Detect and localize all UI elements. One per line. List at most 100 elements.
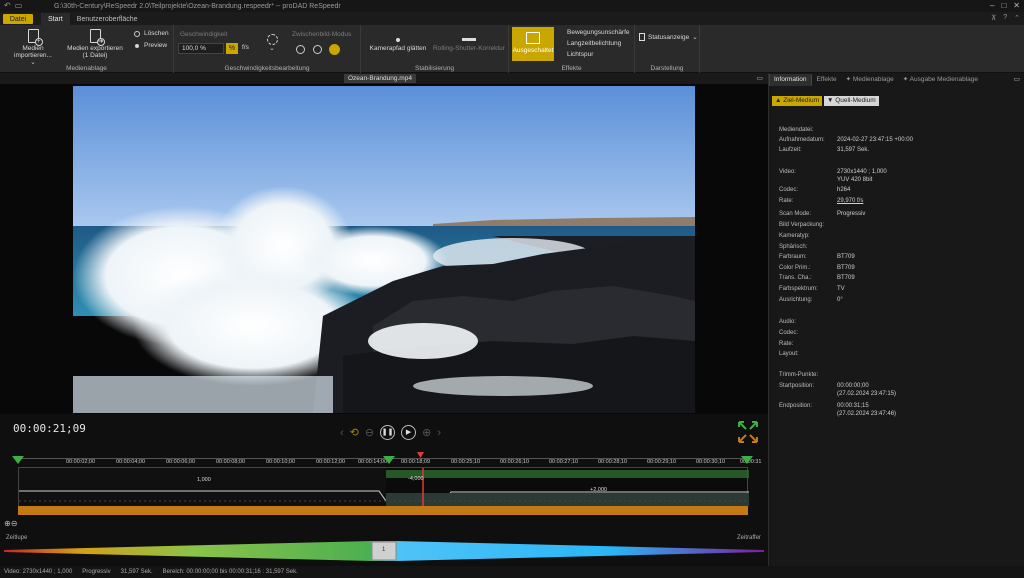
speed-curve-button[interactable]: ⌄ [264, 34, 280, 52]
pin-icon[interactable]: ⊼ [991, 14, 996, 22]
group-effekte: Ausgeschaltet Bewegungsunschärfe Langzei… [509, 25, 635, 73]
radio-preview[interactable]: Preview [134, 42, 167, 49]
radio-loeschen[interactable]: Löschen [134, 30, 169, 37]
ruler-tick: 00:00:04;00 [116, 459, 146, 465]
fps-mode-button[interactable]: f/s [242, 44, 249, 51]
rolling-shutter-button[interactable]: Rolling-Shutter-Korrektur [431, 38, 507, 52]
speed-center-value: 1 [382, 547, 386, 553]
ribbon: + Medien importieren... ⌄ ➜ Medien expor… [0, 25, 1024, 73]
tab-row-icons: ⊼ ? ⌃ [991, 14, 1020, 22]
kamerapfad-button[interactable]: Kamerapfad glätten [365, 38, 431, 52]
segment-2-speed: -4,000 [408, 476, 424, 482]
trim-marker-icon[interactable] [383, 456, 395, 466]
ruler-tick: 00:00:18;09 [401, 459, 431, 465]
maximize-panel-icon[interactable]: ▭ [756, 74, 763, 82]
speed-input[interactable]: 100,0 % [178, 43, 224, 54]
quell-medium-button[interactable]: ▼ Quell-Medium [824, 96, 879, 106]
window-title: G:\30th-Century\ReSpeedr 2.0\Teilprojekt… [54, 2, 341, 10]
ribbon-tabs: Datei Start Benutzeroberfläche ⊼ ? ⌃ [0, 12, 1024, 25]
effects-off-button[interactable]: Ausgeschaltet [512, 27, 554, 61]
info-row: Codec: [779, 330, 799, 336]
minimize-icon[interactable]: – [990, 1, 994, 10]
panel-tabs: Information Effekte ✦ Medienablage ✦ Aus… [769, 74, 982, 86]
export-media-button[interactable]: ➜ Medien exportieren (1 Datei) [66, 29, 124, 59]
playhead-icon[interactable] [417, 452, 424, 460]
tab-start[interactable]: Start [41, 13, 70, 25]
maximize-panel-icon[interactable]: ▭ [1013, 75, 1020, 83]
info-row: Trimm-Punkte: [779, 372, 819, 378]
speed-heading: Geschwindigkeit [180, 31, 228, 38]
ruler-tick: 00:00:30;10 [696, 459, 726, 465]
ziel-medium-button[interactable]: ▲ Ziel-Medium [772, 96, 823, 106]
radio-icon [134, 30, 140, 37]
preview-header: Ozean-Brandung.mp4 ▭ [0, 73, 768, 84]
interframe-mode-2-button[interactable] [313, 45, 322, 54]
effect-langzeitbelichtung[interactable]: Langzeitbelichtung [567, 38, 630, 49]
effect-lichtspur[interactable]: Lichtspur [567, 49, 630, 60]
speed-curve[interactable] [19, 468, 749, 508]
quell-medium-label: Quell-Medium [835, 97, 876, 104]
statusanzeige-label: Statusanzeige [648, 33, 690, 41]
status-bar: Video: 2730x1440 ; 1,000 Progressiv 31,5… [0, 566, 1024, 578]
segment-3-speed: +2,000 [590, 487, 607, 493]
current-timecode: 00:00:21;09 [13, 422, 86, 435]
effects-off-label: Ausgeschaltet [512, 47, 554, 54]
info-row: Color Prim.: BT709 [779, 265, 855, 271]
play-button[interactable]: ▶ [401, 425, 417, 440]
statusanzeige-button[interactable]: Statusanzeige ⌄ [639, 33, 698, 41]
tab-datei[interactable]: Datei [3, 14, 33, 24]
tab-information[interactable]: Information [769, 74, 812, 86]
ruler-tick: 00:00:26;10 [500, 459, 530, 465]
tab-benutzeroberflaeche[interactable]: Benutzeroberfläche [70, 13, 145, 25]
step-forward-icon[interactable]: ⊕ [422, 426, 431, 439]
loop-icon[interactable]: ⟲ [350, 426, 359, 439]
tab-medienablage[interactable]: ✦ Medienablage [842, 74, 898, 86]
tab-effekte[interactable]: Effekte [813, 74, 841, 86]
group-stabilisierung: Kamerapfad glätten Rolling-Shutter-Korre… [361, 25, 509, 73]
ruler-tick: 00:00:28;10 [598, 459, 628, 465]
fullscreen-icon[interactable] [737, 420, 759, 444]
layers-icon [526, 32, 540, 44]
info-row: Scan Mode: Progressiv [779, 211, 866, 217]
interframe-mode-3-button[interactable] [329, 44, 340, 55]
folder-icon[interactable]: ▭ [15, 2, 23, 10]
effect-bewegungsunschaerfe[interactable]: Bewegungsunschärfe [567, 27, 630, 38]
ruler-tick: 00:00:02;00 [66, 459, 96, 465]
file-name-label: Ozean-Brandung.mp4 [344, 74, 416, 83]
interframe-mode-1-button[interactable] [296, 45, 305, 54]
zoom-in-icon[interactable]: ⊕ [4, 519, 11, 528]
group-label-geschwindigkeit: Geschwindigkeitsbearbeitung [224, 65, 310, 72]
zoom-out-icon[interactable]: ⊖ [11, 519, 18, 528]
ruler-tick: 00:00:29;10 [647, 459, 677, 465]
timer-icon [266, 34, 278, 45]
tab-ausgabe-label: Ausgabe Medienablage [909, 76, 978, 83]
interframe-heading: Zwischenbild-Modus [292, 31, 352, 38]
close-icon[interactable]: ✕ [1013, 1, 1020, 10]
step-back-icon[interactable]: ⊖ [365, 426, 374, 439]
document-add-icon: + [27, 29, 43, 46]
previous-marker-icon[interactable]: ‹ [340, 427, 344, 439]
tab-ausgabe-medienablage[interactable]: ✦ Ausgabe Medienablage [899, 74, 982, 86]
transport-controls: ‹ ⟲ ⊖ ❚❚ ▶ ⊕ › [340, 425, 441, 440]
group-label-medienablage: Medienablage [66, 65, 107, 72]
trim-end-marker-icon[interactable] [741, 456, 753, 466]
undo-icon[interactable]: ↶ [4, 2, 11, 10]
trim-start-marker-icon[interactable] [12, 456, 24, 466]
tab-medienablage-label: Medienablage [852, 76, 894, 83]
speed-track[interactable]: 1,000 -4,000 +2,000 [18, 467, 749, 508]
pause-button[interactable]: ❚❚ [380, 425, 396, 440]
help-icon[interactable]: ? [1003, 14, 1007, 22]
maximize-icon[interactable]: □ [1001, 1, 1006, 10]
import-media-button[interactable]: + Medien importieren... ⌄ [3, 29, 63, 66]
percent-mode-button[interactable]: % [226, 43, 238, 54]
ruler-tick: 00:00:06;00 [166, 459, 196, 465]
info-row: Farbraum: BT709 [779, 254, 855, 260]
collapse-icon[interactable]: ⌃ [1014, 14, 1020, 22]
export-media-sub: (1 Datei) [82, 52, 108, 59]
timeline[interactable]: 00:00:02;00 00:00:04;00 00:00:06;00 00:0… [0, 446, 768, 532]
document-export-icon: ➜ [89, 29, 105, 46]
next-marker-icon[interactable]: › [437, 427, 441, 439]
video-frame [73, 86, 695, 413]
keyframe-bar[interactable] [18, 506, 748, 515]
export-media-label: Medien exportieren [67, 45, 123, 52]
